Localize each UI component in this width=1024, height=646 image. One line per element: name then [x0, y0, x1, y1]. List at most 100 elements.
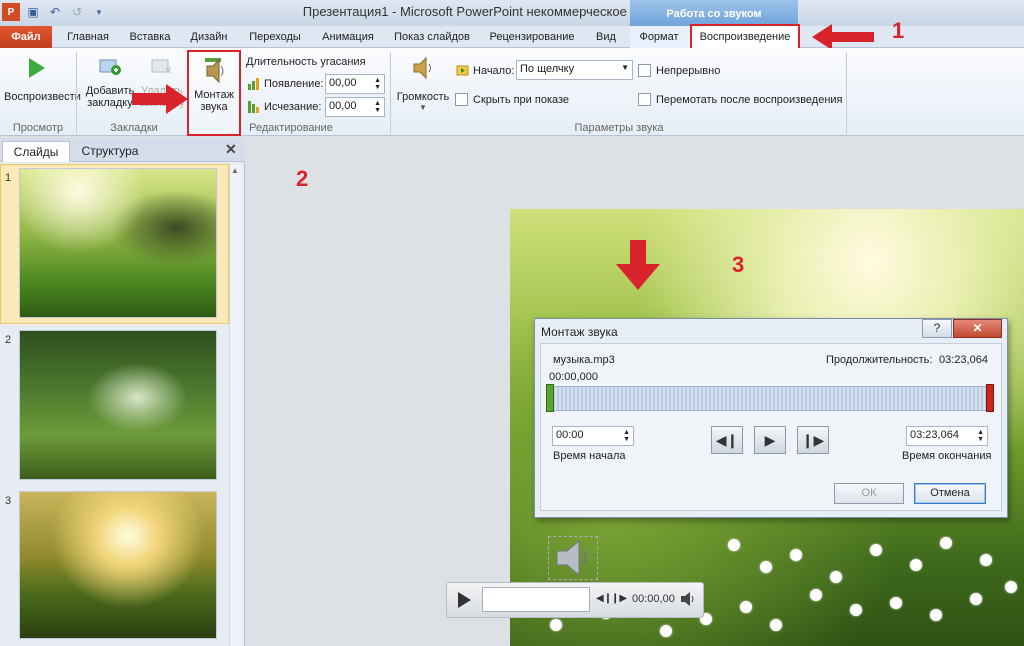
player-time: 00:00,00 — [632, 593, 675, 605]
player-progress-bar[interactable] — [482, 587, 590, 612]
window-title: Презентация1 - Microsoft PowerPoint неко… — [302, 4, 722, 19]
pane-scrollbar[interactable] — [229, 164, 243, 646]
annotation-arrow-1 — [812, 24, 874, 50]
add-bookmark-label-2: закладку — [87, 97, 133, 109]
trim-audio-icon — [205, 58, 224, 84]
slide-number: 1 — [5, 172, 12, 184]
play-button[interactable]: Воспроизвести — [4, 52, 81, 112]
tab-playback[interactable]: Воспроизведение — [690, 24, 800, 50]
player-play-icon[interactable] — [456, 591, 472, 612]
rewind-checkbox[interactable] — [638, 93, 651, 106]
slide-number: 3 — [5, 495, 12, 507]
close-button[interactable]: ✕ — [953, 319, 1002, 338]
tab-slideshow[interactable]: Показ слайдов — [388, 26, 476, 48]
start-label: Начало: — [473, 65, 515, 77]
fade-in-value: 00,00 — [329, 77, 357, 89]
remove-bookmark-icon: ✕ — [151, 59, 172, 77]
tab-animations[interactable]: Анимация — [316, 26, 380, 48]
slide-thumbnail-2[interactable] — [19, 330, 217, 480]
help-button[interactable]: ? — [922, 319, 952, 338]
tab-file[interactable]: Файл — [0, 26, 52, 48]
end-time-value: 03:23,064 — [910, 429, 959, 441]
file-name: музыка.mp3 — [553, 354, 615, 366]
fade-out-icon — [248, 101, 260, 113]
fade-in-icon — [248, 78, 260, 90]
volume-button[interactable]: Громкость ▼ — [394, 56, 452, 112]
fade-duration-title: Длительность угасания — [246, 56, 366, 68]
annotation-number-3: 3 — [732, 252, 745, 277]
previous-frame-button[interactable]: ◀❙ — [711, 426, 743, 454]
close-icon: ✕ — [972, 321, 983, 335]
fade-out-spinner-icon[interactable]: ▲ ▼ — [374, 100, 381, 114]
tab-review[interactable]: Рецензирование — [484, 26, 580, 48]
fade-out-value: 00,00 — [329, 100, 357, 112]
ribbon-separator — [846, 52, 847, 134]
group-label-audio-options: Параметры звука — [574, 122, 664, 134]
loop-checkbox[interactable] — [638, 64, 651, 77]
duration-value: 03:23,064 — [939, 354, 988, 366]
slide-thumbnail-3[interactable] — [19, 491, 217, 639]
tab-view[interactable]: Вид — [588, 26, 624, 48]
start-select[interactable]: По щелчку ▼ — [516, 60, 633, 80]
end-time-input[interactable]: 03:23,064 ▲ ▼ — [906, 426, 988, 446]
trim-audio-label-2: звука — [200, 101, 228, 113]
slide-thumbnail-1[interactable] — [19, 168, 217, 318]
tab-insert[interactable]: Вставка — [122, 26, 178, 48]
annotation-arrow-3 — [616, 240, 660, 290]
next-frame-button[interactable]: ❙▶ — [797, 426, 829, 454]
end-time-label: Время окончания — [902, 450, 992, 462]
loop-label: Непрерывно — [656, 65, 721, 77]
tab-home[interactable]: Главная — [60, 26, 116, 48]
tab-format[interactable]: Формат — [632, 26, 686, 48]
end-marker-handle[interactable] — [986, 384, 994, 412]
cancel-button[interactable]: Отмена — [914, 483, 986, 504]
previous-frame-icon: ◀❙ — [715, 431, 739, 448]
context-tab-group-label: Работа со звуком — [630, 0, 798, 26]
fade-out-input[interactable]: 00,00 ▲ ▼ — [325, 97, 385, 117]
annotation-number-1: 1 — [892, 18, 905, 43]
scroll-up-icon[interactable]: ▲ — [231, 166, 239, 175]
add-bookmark-button[interactable]: Добавить закладку — [84, 56, 136, 109]
group-label-bookmarks: Закладки — [110, 122, 158, 134]
trim-audio-button[interactable]: Монтаж звука — [187, 50, 241, 136]
duration-label: Продолжительность: — [826, 354, 933, 366]
group-label-preview: Просмотр — [12, 122, 64, 134]
volume-dropdown-icon: ▼ — [419, 103, 427, 112]
fade-in-label: Появление: — [264, 78, 324, 90]
audio-object[interactable] — [548, 536, 598, 580]
start-icon — [456, 64, 469, 77]
fade-in-spinner-icon[interactable]: ▲ ▼ — [374, 77, 381, 91]
hide-checkbox[interactable] — [455, 93, 468, 106]
tab-design[interactable]: Дизайн — [184, 26, 234, 48]
end-time-spinner-icon[interactable]: ▲ ▼ — [977, 429, 984, 443]
dialog-title: Монтаж звука — [541, 325, 618, 339]
play-button-dialog[interactable]: ▶ — [754, 426, 786, 454]
start-time-input[interactable]: 00:00 ▲ ▼ — [552, 426, 634, 446]
tab-transitions[interactable]: Переходы — [240, 26, 310, 48]
player-back-icon[interactable]: ◀❙ — [596, 593, 612, 604]
ok-button[interactable]: ОК — [834, 483, 904, 504]
start-select-value: По щелчку — [520, 63, 575, 75]
speaker-icon — [556, 539, 587, 577]
start-time-spinner-icon[interactable]: ▲ ▼ — [623, 429, 630, 443]
player-volume-icon[interactable] — [680, 591, 696, 610]
fade-out-label: Исчезание: — [264, 101, 322, 113]
ribbon-separator — [76, 52, 77, 134]
slide-number: 2 — [5, 334, 12, 346]
play-icon — [29, 58, 45, 78]
waveform-track[interactable] — [549, 386, 994, 411]
tab-outline[interactable]: Структура — [72, 141, 148, 162]
close-pane-icon[interactable]: ✕ — [225, 141, 237, 158]
speaker-icon — [413, 56, 431, 80]
start-time-value: 00:00 — [556, 429, 584, 441]
add-bookmark-icon — [99, 59, 121, 75]
add-bookmark-label-1: Добавить — [85, 85, 135, 97]
play-label: Воспроизвести — [4, 91, 81, 103]
player-forward-icon[interactable]: ❙▶ — [611, 593, 627, 604]
ribbon-separator — [390, 52, 391, 134]
annotation-arrow-trim — [132, 84, 188, 114]
fade-in-input[interactable]: 00,00 ▲ ▼ — [325, 74, 385, 94]
start-dropdown-icon: ▼ — [621, 63, 629, 72]
start-marker-handle[interactable] — [546, 384, 554, 412]
tab-slides[interactable]: Слайды — [2, 141, 70, 162]
